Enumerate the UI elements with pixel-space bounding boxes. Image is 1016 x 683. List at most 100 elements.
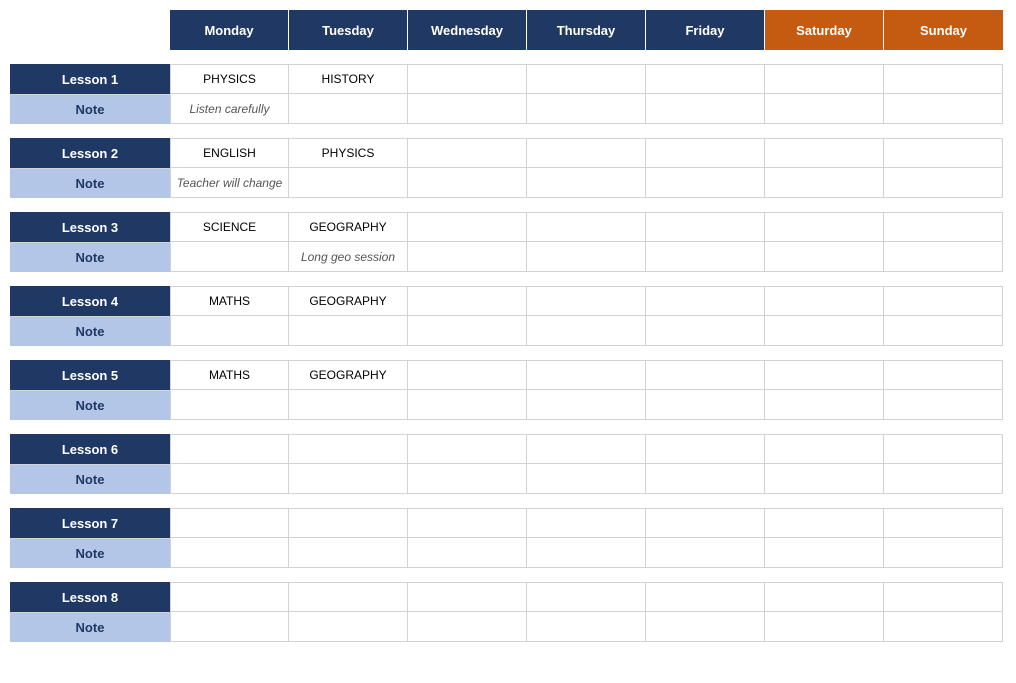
lesson-cell[interactable] [884,508,1003,538]
lesson-cell[interactable]: SCIENCE [170,212,289,242]
lesson-cell[interactable] [408,360,527,390]
note-cell[interactable] [646,538,765,568]
lesson-cell[interactable] [884,64,1003,94]
note-cell[interactable] [527,538,646,568]
note-cell[interactable] [646,94,765,124]
note-cell[interactable] [289,390,408,420]
note-cell[interactable] [408,168,527,198]
lesson-cell[interactable] [527,434,646,464]
lesson-cell[interactable]: MATHS [170,286,289,316]
lesson-cell[interactable] [765,434,884,464]
lesson-cell[interactable] [527,212,646,242]
note-cell[interactable]: Teacher will change [170,168,289,198]
lesson-cell[interactable] [765,508,884,538]
note-cell[interactable] [170,242,289,272]
lesson-cell[interactable] [646,212,765,242]
lesson-cell[interactable] [527,138,646,168]
lesson-cell[interactable] [765,138,884,168]
note-cell[interactable] [527,612,646,642]
lesson-cell[interactable] [408,582,527,612]
lesson-cell[interactable] [527,360,646,390]
note-cell[interactable] [765,94,884,124]
note-cell[interactable] [646,464,765,494]
lesson-cell[interactable]: PHYSICS [170,64,289,94]
note-cell[interactable] [646,612,765,642]
note-cell[interactable] [170,390,289,420]
note-cell[interactable] [170,316,289,346]
note-cell[interactable] [289,168,408,198]
lesson-cell[interactable] [527,64,646,94]
note-cell[interactable] [527,390,646,420]
lesson-cell[interactable]: MATHS [170,360,289,390]
note-cell[interactable] [408,316,527,346]
note-cell[interactable] [765,612,884,642]
note-cell[interactable] [170,538,289,568]
lesson-cell[interactable] [289,582,408,612]
note-cell[interactable] [408,390,527,420]
lesson-cell[interactable]: GEOGRAPHY [289,286,408,316]
lesson-cell[interactable] [646,508,765,538]
lesson-cell[interactable] [646,582,765,612]
note-cell[interactable] [646,242,765,272]
lesson-cell[interactable] [170,434,289,464]
note-cell[interactable] [884,464,1003,494]
lesson-cell[interactable] [170,508,289,538]
lesson-cell[interactable]: HISTORY [289,64,408,94]
note-cell[interactable] [765,168,884,198]
note-cell[interactable] [408,94,527,124]
note-cell[interactable] [884,242,1003,272]
note-cell[interactable] [408,242,527,272]
lesson-cell[interactable] [646,64,765,94]
note-cell[interactable] [408,612,527,642]
note-cell[interactable] [527,94,646,124]
lesson-cell[interactable] [884,286,1003,316]
note-cell[interactable] [884,390,1003,420]
lesson-cell[interactable] [170,582,289,612]
lesson-cell[interactable] [646,286,765,316]
note-cell[interactable] [289,538,408,568]
lesson-cell[interactable] [408,212,527,242]
lesson-cell[interactable] [408,286,527,316]
lesson-cell[interactable] [646,138,765,168]
note-cell[interactable] [646,168,765,198]
note-cell[interactable] [765,242,884,272]
note-cell[interactable] [765,464,884,494]
lesson-cell[interactable] [884,434,1003,464]
lesson-cell[interactable] [884,582,1003,612]
note-cell[interactable] [884,168,1003,198]
lesson-cell[interactable] [646,434,765,464]
note-cell[interactable] [527,242,646,272]
note-cell[interactable] [289,612,408,642]
note-cell[interactable] [884,612,1003,642]
lesson-cell[interactable] [408,64,527,94]
lesson-cell[interactable] [289,508,408,538]
lesson-cell[interactable] [408,434,527,464]
note-cell[interactable] [527,464,646,494]
note-cell[interactable] [408,464,527,494]
note-cell[interactable] [884,538,1003,568]
note-cell[interactable]: Long geo session [289,242,408,272]
lesson-cell[interactable] [884,212,1003,242]
lesson-cell[interactable] [765,64,884,94]
lesson-cell[interactable] [884,138,1003,168]
lesson-cell[interactable] [408,508,527,538]
lesson-cell[interactable]: GEOGRAPHY [289,360,408,390]
lesson-cell[interactable] [646,360,765,390]
lesson-cell[interactable] [289,434,408,464]
note-cell[interactable] [527,316,646,346]
note-cell[interactable] [289,94,408,124]
note-cell[interactable] [765,390,884,420]
note-cell[interactable] [408,538,527,568]
note-cell[interactable]: Listen carefully [170,94,289,124]
lesson-cell[interactable] [527,582,646,612]
lesson-cell[interactable]: ENGLISH [170,138,289,168]
lesson-cell[interactable] [765,360,884,390]
lesson-cell[interactable] [765,212,884,242]
note-cell[interactable] [765,538,884,568]
note-cell[interactable] [765,316,884,346]
lesson-cell[interactable] [527,508,646,538]
lesson-cell[interactable]: GEOGRAPHY [289,212,408,242]
note-cell[interactable] [170,612,289,642]
note-cell[interactable] [884,94,1003,124]
note-cell[interactable] [170,464,289,494]
